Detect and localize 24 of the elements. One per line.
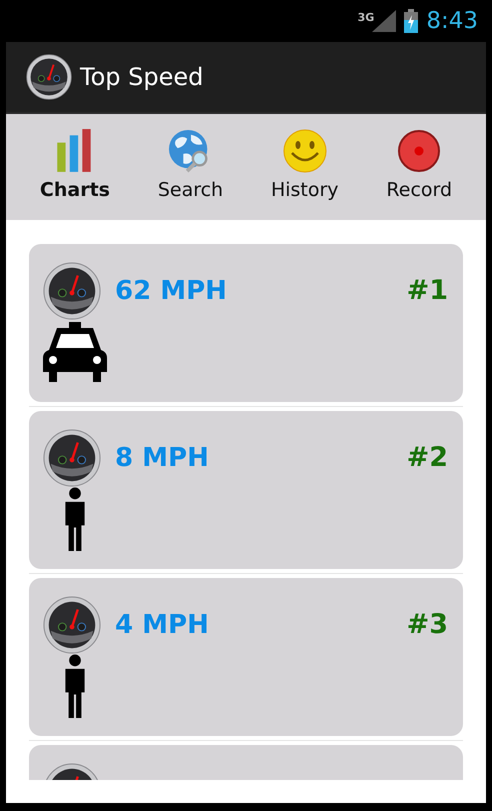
network-type-label: 3G [358, 12, 374, 23]
app-title: Top Speed [80, 62, 204, 93]
rank-number: #3 [406, 608, 448, 642]
tab[interactable]: Search [152, 126, 230, 206]
speedometer-icon [43, 262, 101, 320]
speed-value: 4 MPH [115, 608, 209, 642]
speedometer-icon [43, 429, 101, 487]
clock-time: 8:43 [426, 10, 478, 32]
speed-record-card[interactable]: 8 MPH #2 [29, 411, 463, 569]
speed-value: 8 MPH [115, 442, 209, 474]
rank-number: #2 [406, 440, 448, 475]
tab[interactable]: Charts [34, 126, 116, 206]
rank-number: #1 [406, 274, 448, 308]
tab[interactable]: Record [380, 126, 458, 206]
speed-record-card[interactable]: 62 MPH #1 [29, 244, 463, 402]
signal-icon [372, 10, 396, 32]
battery-charging-icon [404, 9, 418, 33]
record-icon [397, 128, 442, 174]
speed-value: 62 MPH [115, 274, 227, 308]
tab[interactable]: History [264, 126, 345, 206]
speedometer-icon [43, 596, 101, 654]
smiley-icon [282, 128, 327, 174]
speedometer-icon[interactable] [26, 54, 72, 100]
speed-record-card[interactable]: 4 MPH #3 [29, 578, 463, 736]
